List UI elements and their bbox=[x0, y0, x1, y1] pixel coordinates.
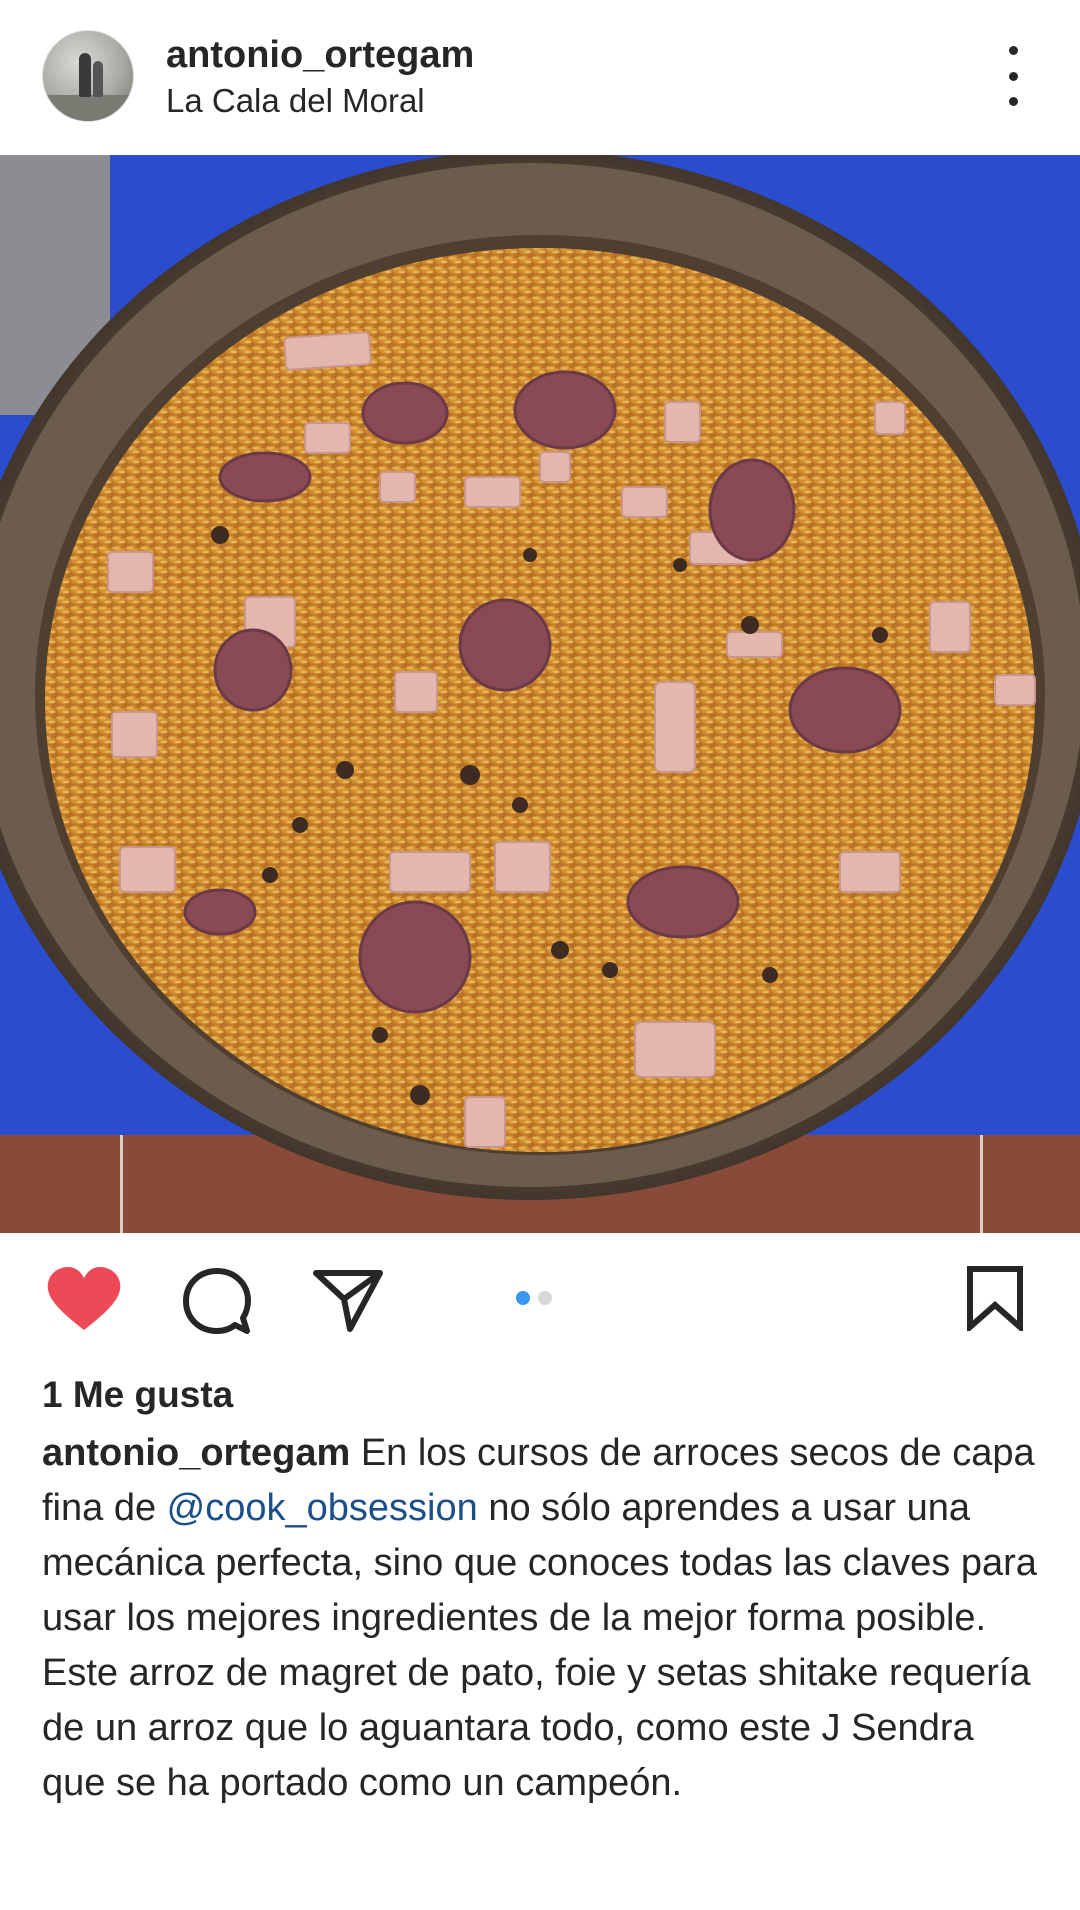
bookmark-icon[interactable] bbox=[966, 1265, 1024, 1331]
more-options-icon[interactable] bbox=[990, 46, 1036, 106]
carousel-dot-active bbox=[516, 1291, 530, 1305]
paella-photo bbox=[0, 155, 1080, 1233]
carousel-dot bbox=[538, 1291, 552, 1305]
caption-text-continued: no sólo aprendes a usar una mecánica per… bbox=[42, 1487, 1037, 1804]
post-header: antonio_ortegam La Cala del Moral bbox=[0, 0, 1080, 155]
paper-plane-icon[interactable] bbox=[312, 1269, 384, 1333]
heart-icon[interactable] bbox=[46, 1267, 122, 1333]
post-location[interactable]: La Cala del Moral bbox=[166, 82, 425, 120]
avatar[interactable] bbox=[42, 30, 134, 122]
likes-count[interactable]: 1 Me gusta bbox=[42, 1374, 233, 1416]
post-username[interactable]: antonio_ortegam bbox=[166, 34, 474, 77]
carousel-indicator bbox=[516, 1291, 552, 1305]
caption-mention[interactable]: @cook_obsession bbox=[167, 1487, 478, 1529]
caption-username[interactable]: antonio_ortegam bbox=[42, 1432, 350, 1474]
comment-icon[interactable] bbox=[182, 1267, 252, 1337]
post-image[interactable] bbox=[0, 155, 1080, 1233]
post-caption: antonio_ortegam En los cursos de arroces… bbox=[42, 1426, 1042, 1811]
